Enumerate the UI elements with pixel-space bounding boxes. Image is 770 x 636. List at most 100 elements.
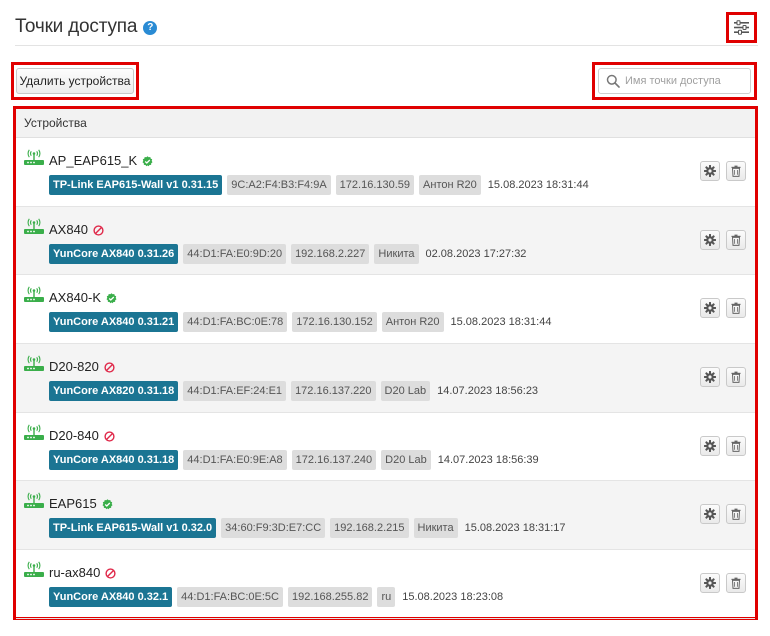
- device-row[interactable]: ru-ax840 YunCore AX840 0.32.1 44:D1:FA:BC…: [16, 550, 755, 619]
- access-point-icon: [24, 286, 44, 303]
- device-name-line: AP_EAP615_K: [49, 153, 153, 168]
- device-tags: YunCore AX840 0.31.18 44:D1:FA:E0:9E:A8 17…: [49, 449, 546, 470]
- access-point-icon: [24, 492, 44, 509]
- offline-ban-icon: [105, 568, 116, 579]
- gear-icon: [704, 577, 716, 590]
- device-row[interactable]: D20-840 YunCore AX840 0.31.18 44:D1:FA:E0…: [16, 413, 755, 482]
- search-box[interactable]: [598, 68, 751, 94]
- ip-badge: 172.16.130.152: [292, 312, 377, 333]
- devices-list-highlight: Устройства AP_EAP615_K TP-Link EAP615-Wa…: [13, 106, 758, 620]
- last-seen-date: 14.07.2023 18:56:23: [437, 385, 539, 398]
- device-settings-button[interactable]: [700, 504, 720, 525]
- page-title-text: Точки доступа: [15, 16, 138, 37]
- device-settings-button[interactable]: [700, 573, 720, 594]
- trash-icon: [731, 440, 741, 452]
- mac-badge: 44:D1:FA:BC:0E:5C: [177, 587, 283, 608]
- device-name-line: D20-820: [49, 359, 115, 374]
- owner-badge: ru: [377, 587, 396, 608]
- device-row[interactable]: EAP615 TP-Link EAP615-Wall v1 0.32.0 34:6…: [16, 481, 755, 551]
- device-row[interactable]: AP_EAP615_K TP-Link EAP615-Wall v1 0.31.…: [16, 138, 755, 207]
- gear-icon: [704, 508, 716, 521]
- online-check-icon: [142, 156, 153, 167]
- ip-badge: 172.16.130.59: [335, 175, 415, 195]
- page-title: Точки доступа?: [15, 16, 158, 38]
- device-name[interactable]: AX840: [49, 222, 88, 237]
- delete-devices-button[interactable]: Удалить устройства: [16, 68, 134, 94]
- sliders-icon: [734, 20, 749, 35]
- last-seen-date: 15.08.2023 18:23:08: [402, 591, 504, 604]
- question-circle-icon[interactable]: ?: [143, 21, 158, 35]
- devices-table-header: Устройства: [16, 109, 755, 138]
- last-seen-date: 14.07.2023 18:56:39: [437, 453, 539, 466]
- ip-badge: 192.168.255.82: [287, 587, 373, 608]
- device-settings-button[interactable]: [700, 229, 720, 250]
- ip-badge: 172.16.137.240: [291, 449, 377, 470]
- device-name-line: AX840-K: [49, 290, 117, 305]
- device-name[interactable]: D20-820: [49, 359, 99, 374]
- gear-icon: [704, 439, 716, 452]
- owner-badge: Антон R20: [381, 312, 444, 333]
- device-tags: TP-Link EAP615-Wall v1 0.31.15 9C:A2:F4:B…: [49, 175, 596, 195]
- last-seen-date: 15.08.2023 18:31:44: [450, 316, 552, 329]
- device-settings-button[interactable]: [700, 298, 720, 319]
- device-delete-button[interactable]: [726, 229, 746, 250]
- row-actions: [700, 161, 748, 181]
- device-delete-button[interactable]: [726, 298, 746, 319]
- mac-badge: 9C:A2:F4:B3:F4:9A: [227, 175, 331, 195]
- row-actions: [700, 298, 748, 319]
- device-row[interactable]: D20-820 YunCore AX820 0.31.18 44:D1:FA:EF…: [16, 344, 755, 413]
- owner-badge: Никита: [413, 518, 458, 539]
- device-delete-button[interactable]: [726, 435, 746, 456]
- device-delete-button[interactable]: [726, 161, 746, 181]
- device-delete-button[interactable]: [726, 573, 746, 594]
- offline-ban-icon: [104, 431, 115, 442]
- search-highlight: [592, 62, 757, 100]
- online-check-icon: [102, 499, 113, 510]
- device-name[interactable]: EAP615: [49, 496, 97, 511]
- search-input[interactable]: [625, 69, 747, 93]
- offline-ban-icon: [93, 225, 104, 236]
- trash-icon: [731, 234, 741, 246]
- devices-rows: AP_EAP615_K TP-Link EAP615-Wall v1 0.31.…: [16, 138, 755, 619]
- row-actions: [700, 504, 748, 525]
- device-tags: YunCore AX840 0.31.26 44:D1:FA:E0:9D:20 19…: [49, 243, 533, 264]
- owner-badge: Никита: [374, 243, 419, 264]
- mac-badge: 44:D1:FA:EF:24:E1: [183, 381, 287, 402]
- device-name[interactable]: ru-ax840: [49, 565, 100, 580]
- access-point-icon: [24, 561, 44, 578]
- gear-icon: [704, 371, 716, 384]
- column-settings-button[interactable]: [733, 19, 750, 36]
- offline-ban-icon: [104, 362, 115, 373]
- device-tags: YunCore AX840 0.32.1 44:D1:FA:BC:0E:5C 192…: [49, 587, 510, 608]
- row-actions: [700, 229, 748, 250]
- device-tags: YunCore AX820 0.31.18 44:D1:FA:EF:24:E1 17…: [49, 381, 545, 402]
- row-actions: [700, 435, 748, 456]
- device-name[interactable]: AP_EAP615_K: [49, 153, 137, 168]
- trash-icon: [731, 302, 741, 315]
- device-delete-button[interactable]: [726, 504, 746, 525]
- device-row[interactable]: AX840 YunCore AX840 0.31.26 44:D1:FA:E0:9…: [16, 206, 755, 276]
- model-badge: YunCore AX840 0.32.1: [49, 587, 173, 608]
- device-name[interactable]: D20-840: [49, 428, 99, 443]
- gear-icon: [704, 165, 716, 177]
- device-settings-button[interactable]: [700, 161, 720, 181]
- mac-badge: 34:60:F9:3D:E7:CC: [221, 518, 326, 539]
- device-settings-button[interactable]: [700, 435, 720, 456]
- device-settings-button[interactable]: [700, 367, 720, 388]
- online-check-icon: [106, 293, 117, 304]
- model-badge: TP-Link EAP615-Wall v1 0.31.15: [49, 175, 223, 195]
- device-row[interactable]: AX840-K YunCore AX840 0.31.21 44:D1:FA:BC…: [16, 275, 755, 345]
- mac-badge: 44:D1:FA:BC:0E:78: [183, 312, 288, 333]
- trash-icon: [731, 371, 741, 383]
- device-delete-button[interactable]: [726, 367, 746, 388]
- model-badge: YunCore AX820 0.31.18: [49, 381, 179, 402]
- device-name[interactable]: AX840-K: [49, 290, 101, 305]
- device-name-line: AX840: [49, 222, 104, 237]
- last-seen-date: 15.08.2023 18:31:17: [464, 522, 566, 535]
- ip-badge: 172.16.137.220: [291, 381, 376, 402]
- model-badge: YunCore AX840 0.31.21: [49, 312, 179, 333]
- owner-badge: D20 Lab: [381, 449, 431, 470]
- gear-icon: [704, 302, 716, 315]
- model-badge: YunCore AX840 0.31.26: [49, 243, 179, 264]
- access-point-icon: [24, 424, 44, 440]
